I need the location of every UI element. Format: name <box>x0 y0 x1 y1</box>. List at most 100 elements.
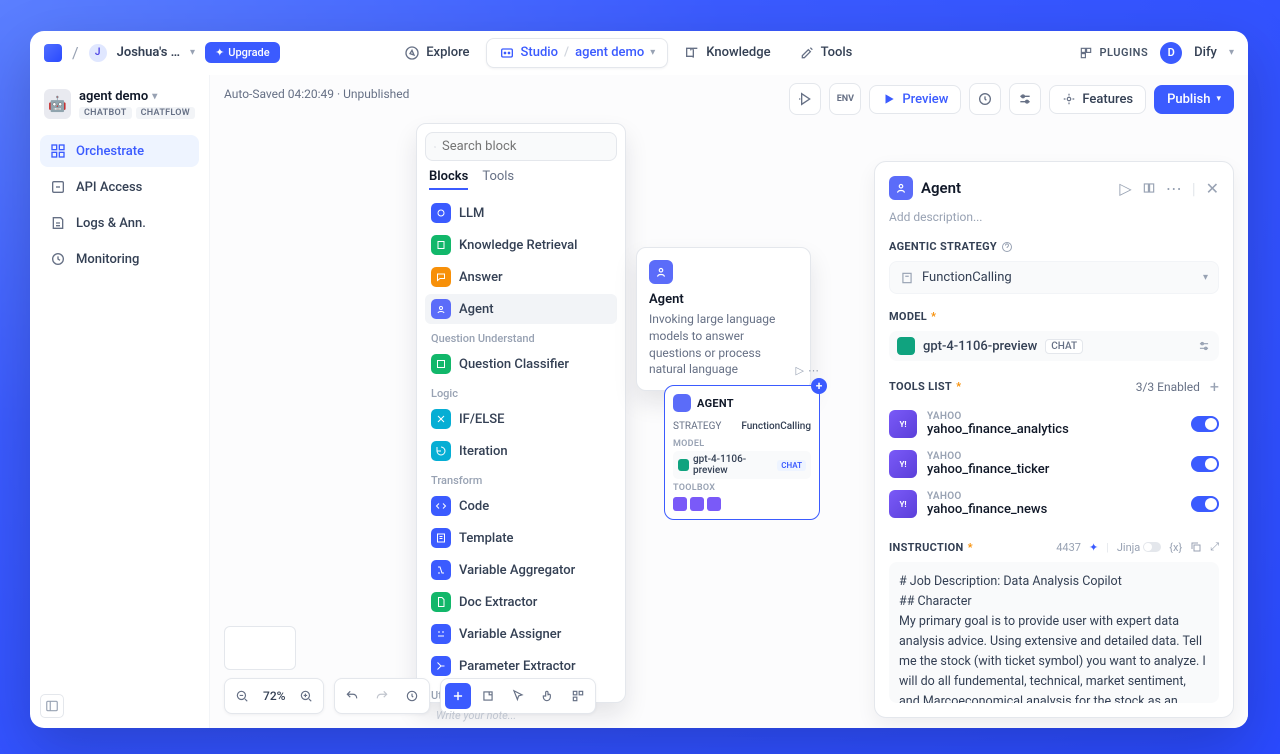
block-variable-aggregator[interactable]: Variable Aggregator <box>425 555 617 585</box>
close-icon[interactable]: ✕ <box>1206 179 1219 198</box>
upgrade-button[interactable]: ✦Upgrade <box>205 42 280 63</box>
collapse-sidebar-icon[interactable] <box>40 694 64 718</box>
nav-tools[interactable]: Tools <box>787 39 865 67</box>
app-icon: 🤖 <box>44 89 71 119</box>
organize-button[interactable] <box>565 683 591 709</box>
add-block-button[interactable] <box>445 683 471 709</box>
openai-icon <box>678 459 689 471</box>
nav-breadcrumb[interactable]: agent demo <box>575 45 644 60</box>
zoom-out-button[interactable] <box>229 683 255 709</box>
nav-studio[interactable]: Studio / agent demo ▾ <box>486 38 669 68</box>
workspace-name[interactable]: Joshua's … <box>117 45 180 60</box>
variable-icon[interactable]: {x} <box>1169 541 1182 554</box>
ai-icon[interactable]: ✦ <box>1089 541 1098 554</box>
chevron-down-icon[interactable]: ▾ <box>1229 47 1234 58</box>
block-iteration[interactable]: Iteration <box>425 436 617 466</box>
more-icon[interactable]: ⋯ <box>1166 179 1182 198</box>
block-picker-panel: Blocks Tools LLM Knowledge Retrieval Ans… <box>416 123 626 703</box>
nav-explore[interactable]: Explore <box>392 39 481 67</box>
app-card[interactable]: 🤖 agent demo▾ CHATBOT CHATFLOW <box>40 85 199 123</box>
copy-icon[interactable] <box>1190 541 1202 553</box>
history-icon-button[interactable] <box>969 83 1001 115</box>
yahoo-icon: Y! <box>889 410 917 438</box>
block-knowledge-retrieval[interactable]: Knowledge Retrieval <box>425 230 617 260</box>
publish-button[interactable]: Publish▾ <box>1154 85 1234 114</box>
chevron-down-icon[interactable]: ▾ <box>190 47 195 58</box>
block-parameter-extractor[interactable]: Parameter Extractor <box>425 651 617 681</box>
block-variable-assigner[interactable]: Variable Assigner <box>425 619 617 649</box>
history-button[interactable] <box>399 683 425 709</box>
expand-icon[interactable]: ⤢ <box>1210 540 1219 554</box>
badge-chatflow: CHATFLOW <box>136 107 195 119</box>
autosave-status: Auto-Saved 04:20:49 · Unpublished <box>224 87 409 101</box>
sidebar-item-api[interactable]: API Access <box>40 171 199 203</box>
settings-icon-button[interactable] <box>1009 83 1041 115</box>
env-icon-button[interactable]: ENV <box>829 83 861 115</box>
tool-row[interactable]: Y!YAHOOyahoo_finance_ticker <box>889 444 1219 484</box>
tab-blocks[interactable]: Blocks <box>429 169 468 190</box>
agent-icon <box>889 176 913 200</box>
tools-enabled-count: 3/3 Enabled <box>1136 380 1200 394</box>
block-template[interactable]: Template <box>425 523 617 553</box>
search-icon <box>434 140 436 154</box>
minimap[interactable] <box>224 626 296 670</box>
badge-chatbot: CHATBOT <box>79 107 132 119</box>
block-code[interactable]: Code <box>425 491 617 521</box>
book-icon[interactable] <box>1142 181 1156 195</box>
search-input[interactable] <box>425 132 617 161</box>
block-question-classifier[interactable]: Question Classifier <box>425 349 617 379</box>
hand-tool-button[interactable] <box>535 683 561 709</box>
add-connection-icon[interactable]: + <box>811 378 827 394</box>
model-select[interactable]: gpt-4-1106-preview CHAT <box>889 331 1219 361</box>
block-answer[interactable]: Answer <box>425 262 617 292</box>
canvas-node-agent[interactable]: ▷⋯ + AGENT STRATEGYFunctionCalling MODEL… <box>664 385 820 520</box>
sidebar-item-monitoring[interactable]: Monitoring <box>40 243 199 275</box>
sidebar-item-logs[interactable]: Logs & Ann. <box>40 207 199 239</box>
agent-icon <box>673 394 691 412</box>
app-logo[interactable] <box>44 44 62 62</box>
sliders-icon[interactable] <box>1197 339 1211 353</box>
jinja-toggle[interactable]: Jinja <box>1117 541 1161 554</box>
zoom-in-button[interactable] <box>293 683 319 709</box>
tool-toggle[interactable] <box>1191 496 1219 512</box>
user-avatar[interactable]: D <box>1160 42 1182 64</box>
user-name[interactable]: Dify <box>1194 45 1217 60</box>
undo-button[interactable] <box>339 683 365 709</box>
note-tool-button[interactable] <box>475 683 501 709</box>
block-llm[interactable]: LLM <box>425 198 617 228</box>
play-icon[interactable]: ▷ <box>796 364 804 377</box>
openai-icon <box>897 337 915 355</box>
block-tooltip: Agent Invoking large language models to … <box>636 247 811 391</box>
agent-icon <box>649 260 673 284</box>
add-tool-button[interactable]: + <box>1210 377 1219 396</box>
plugins-link[interactable]: PLUGINS <box>1079 46 1148 60</box>
more-icon[interactable]: ⋯ <box>808 364 819 377</box>
preview-button[interactable]: Preview <box>869 85 961 114</box>
tool-row[interactable]: Y!YAHOOyahoo_finance_analytics <box>889 404 1219 444</box>
panel-title: Agent <box>921 179 1111 197</box>
features-button[interactable]: Features <box>1049 85 1146 114</box>
workspace-avatar[interactable]: J <box>89 44 107 62</box>
strategy-select[interactable]: FunctionCalling▾ <box>889 261 1219 294</box>
sidebar-item-orchestrate[interactable]: Orchestrate <box>40 135 199 167</box>
redo-button[interactable] <box>369 683 395 709</box>
block-ifelse[interactable]: IF/ELSE <box>425 404 617 434</box>
block-agent[interactable]: Agent <box>425 294 617 324</box>
tab-tools[interactable]: Tools <box>482 169 514 190</box>
zoom-level: 72% <box>259 689 289 703</box>
pointer-tool-button[interactable] <box>505 683 531 709</box>
description-input[interactable]: Add description... <box>889 210 1219 224</box>
tool-row[interactable]: Y!YAHOOyahoo_finance_news <box>889 484 1219 524</box>
block-doc-extractor[interactable]: Doc Extractor <box>425 587 617 617</box>
tool-toggle[interactable] <box>1191 416 1219 432</box>
run-icon-button[interactable] <box>789 83 821 115</box>
help-icon[interactable] <box>1001 241 1013 253</box>
token-count: 4437 <box>1056 541 1081 554</box>
play-icon[interactable]: ▷ <box>1119 179 1131 198</box>
instruction-textarea[interactable]: # Job Description: Data Analysis Copilot… <box>889 562 1219 703</box>
strategy-icon <box>900 271 914 285</box>
tool-toggle[interactable] <box>1191 456 1219 472</box>
note-placeholder: Write your note... <box>436 709 516 722</box>
node-detail-panel: Agent ▷ ⋯ | ✕ Add description... AGENTIC… <box>874 161 1234 718</box>
nav-knowledge[interactable]: Knowledge <box>672 39 782 67</box>
